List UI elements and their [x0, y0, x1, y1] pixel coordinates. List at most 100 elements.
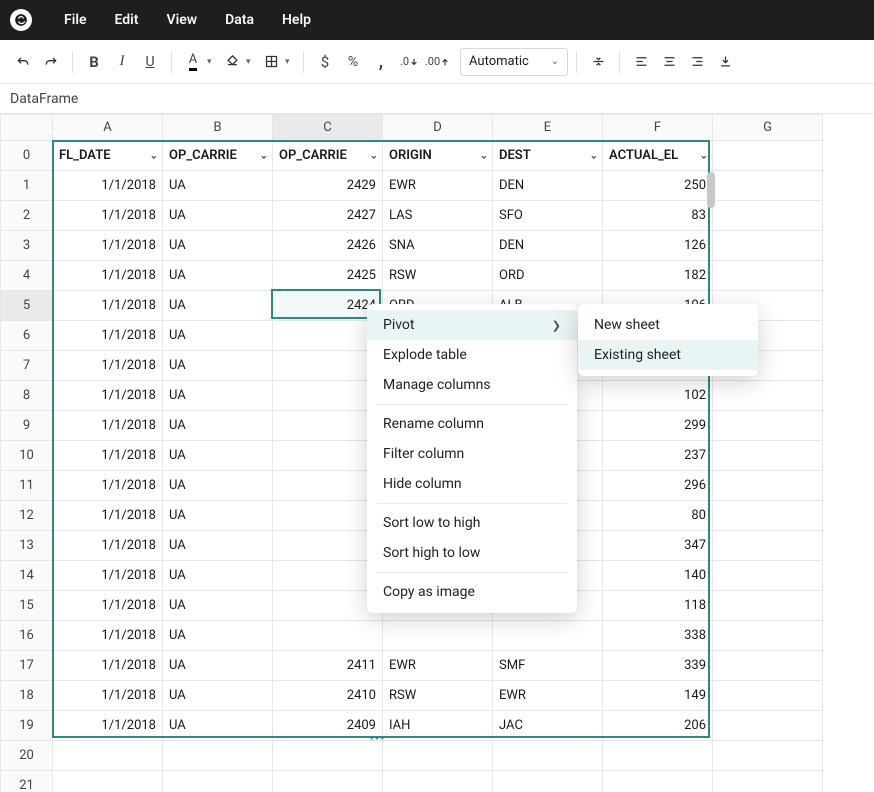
cell[interactable]: RSW [383, 261, 493, 291]
cell[interactable]: DEN [493, 231, 603, 261]
cell[interactable]: UA [163, 321, 273, 351]
row-header[interactable]: 17 [1, 651, 53, 681]
cell[interactable]: 1/1/2018 [53, 651, 163, 681]
cell[interactable] [163, 741, 273, 771]
cell[interactable]: EWR [383, 171, 493, 201]
cell[interactable]: 299 [603, 411, 713, 441]
cell[interactable] [273, 471, 383, 501]
cell[interactable]: 2409 [273, 711, 383, 741]
cell[interactable] [713, 231, 823, 261]
cell[interactable]: UA [163, 591, 273, 621]
cell[interactable] [493, 771, 603, 792]
cell[interactable]: UA [163, 231, 273, 261]
cell[interactable] [713, 471, 823, 501]
percent-button[interactable]: % [340, 48, 366, 76]
cell[interactable]: UA [163, 681, 273, 711]
cell[interactable] [273, 621, 383, 651]
cell[interactable]: 250 [603, 171, 713, 201]
cell[interactable]: UA [163, 381, 273, 411]
cell[interactable] [273, 531, 383, 561]
cell[interactable]: UA [163, 621, 273, 651]
cell[interactable]: 206 [603, 711, 713, 741]
cell[interactable]: 1/1/2018 [53, 531, 163, 561]
column-header-f[interactable]: F [603, 115, 713, 141]
row-header[interactable]: 21 [1, 771, 53, 792]
cell[interactable] [53, 771, 163, 792]
cell[interactable]: LAS [383, 201, 493, 231]
cell[interactable]: 347 [603, 531, 713, 561]
row-header[interactable]: 6 [1, 321, 53, 351]
cell[interactable] [713, 711, 823, 741]
row-header[interactable]: 0 [1, 141, 53, 171]
cell[interactable]: ORD [493, 261, 603, 291]
align-right-button[interactable] [684, 48, 710, 76]
cell[interactable]: UA [163, 651, 273, 681]
cell[interactable]: 1/1/2018 [53, 171, 163, 201]
ctx-sort-low-to-high[interactable]: Sort low to high [367, 508, 577, 538]
data-column-header[interactable]: ACTUAL_EL⌄ [603, 141, 713, 171]
cell[interactable]: 1/1/2018 [53, 381, 163, 411]
cell[interactable]: IAH [383, 711, 493, 741]
ctx-sub-new-sheet[interactable]: New sheet [578, 310, 758, 340]
cell[interactable]: RSW [383, 681, 493, 711]
cell[interactable] [383, 771, 493, 792]
borders-button[interactable]: ▾ [258, 48, 295, 76]
menu-data[interactable]: Data [211, 12, 268, 28]
cell[interactable]: 296 [603, 471, 713, 501]
cell[interactable] [493, 621, 603, 651]
chevron-down-icon[interactable]: ⌄ [370, 150, 378, 161]
cell[interactable]: DEN [493, 171, 603, 201]
cell[interactable]: 1/1/2018 [53, 471, 163, 501]
cell[interactable]: 1/1/2018 [53, 591, 163, 621]
cell[interactable] [713, 651, 823, 681]
data-column-header[interactable]: OP_CARRIE⌄ [273, 141, 383, 171]
cell[interactable]: 1/1/2018 [53, 681, 163, 711]
cell[interactable]: UA [163, 501, 273, 531]
column-header-c[interactable]: C [273, 115, 383, 141]
cell[interactable]: 339 [603, 651, 713, 681]
cell[interactable]: 83 [603, 201, 713, 231]
cell[interactable]: 338 [603, 621, 713, 651]
row-header[interactable]: 1 [1, 171, 53, 201]
row-header[interactable]: 11 [1, 471, 53, 501]
cell[interactable]: 149 [603, 681, 713, 711]
cell[interactable]: 1/1/2018 [53, 321, 163, 351]
ctx-filter-column[interactable]: Filter column [367, 439, 577, 469]
data-column-header[interactable]: DEST⌄ [493, 141, 603, 171]
text-color-button[interactable]: A▾ [180, 48, 217, 76]
cell[interactable] [493, 741, 603, 771]
cell[interactable] [713, 621, 823, 651]
cell[interactable] [273, 381, 383, 411]
cell[interactable]: 140 [603, 561, 713, 591]
data-column-header[interactable]: OP_CARRIE⌄ [163, 141, 273, 171]
chevron-down-icon[interactable]: ⌄ [260, 150, 268, 161]
increase-decimal-button[interactable]: .00 [424, 48, 450, 76]
chevron-down-icon[interactable]: ⌄ [700, 150, 708, 161]
ctx-sub-existing-sheet[interactable]: Existing sheet [578, 340, 758, 370]
ctx-copy-as-image[interactable]: Copy as image [367, 577, 577, 607]
cell[interactable]: SFO [493, 201, 603, 231]
cell[interactable]: EWR [493, 681, 603, 711]
cell[interactable]: 118 [603, 591, 713, 621]
row-header[interactable]: 15 [1, 591, 53, 621]
cell[interactable]: SMF [493, 651, 603, 681]
cell[interactable] [713, 411, 823, 441]
namebox[interactable]: DataFrame [0, 91, 88, 107]
number-format-select[interactable]: Automatic ⌄ [460, 48, 568, 76]
cell[interactable]: UA [163, 201, 273, 231]
cell[interactable] [713, 141, 823, 171]
cell[interactable] [273, 741, 383, 771]
cell[interactable] [273, 561, 383, 591]
cell[interactable]: 237 [603, 441, 713, 471]
cell[interactable]: 2426 [273, 231, 383, 261]
cell[interactable] [273, 321, 383, 351]
row-header[interactable]: 16 [1, 621, 53, 651]
row-header[interactable]: 2 [1, 201, 53, 231]
italic-button[interactable]: I [109, 48, 135, 76]
cell[interactable] [713, 261, 823, 291]
cell[interactable]: 126 [603, 231, 713, 261]
comma-button[interactable]: , [368, 48, 394, 76]
cell[interactable] [273, 411, 383, 441]
currency-button[interactable]: $ [312, 48, 338, 76]
cell[interactable]: UA [163, 711, 273, 741]
